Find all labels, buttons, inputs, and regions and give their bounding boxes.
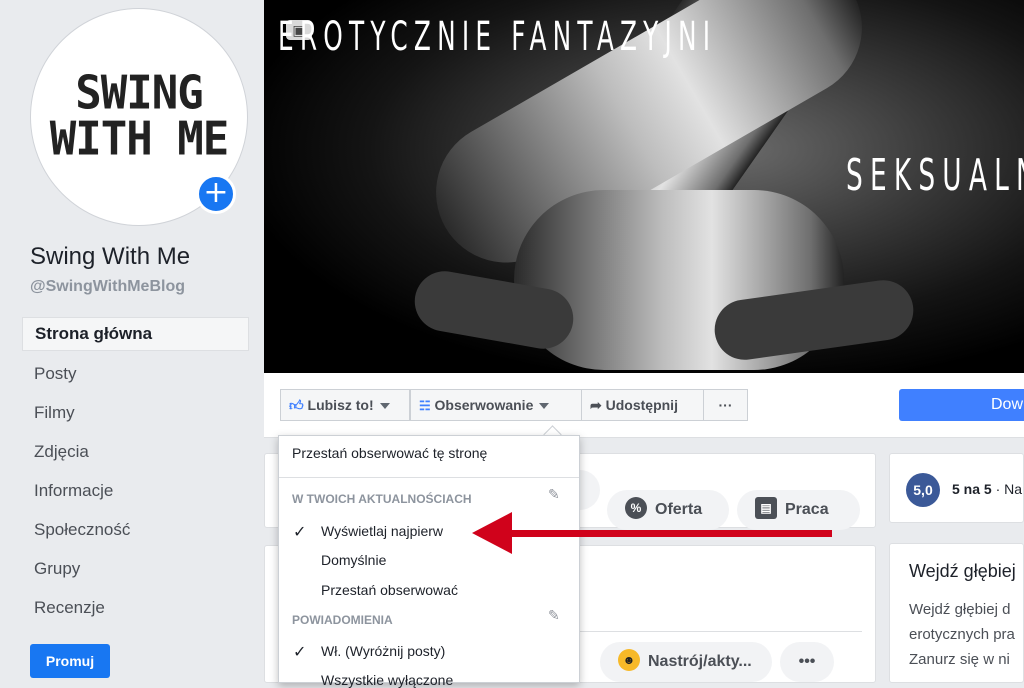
- menu-item-unfollow[interactable]: Przestań obserwować: [321, 582, 458, 598]
- logo-text-line1: SWING: [75, 66, 203, 121]
- share-button[interactable]: ➦ Udostępnij: [581, 389, 704, 421]
- offer-button[interactable]: % Oferta: [607, 490, 729, 530]
- menu-section-notifications: POWIADOMIENIA: [292, 613, 393, 627]
- checkmark-icon: ✓: [293, 524, 307, 541]
- menu-item-see-first[interactable]: Wyświetlaj najpierw: [321, 523, 443, 539]
- rating-text: 5 na 5 · Na: [952, 481, 1023, 497]
- pencil-icon[interactable]: ✎: [548, 607, 560, 624]
- thumbs-up-icon: 👍︎: [289, 397, 304, 413]
- menu-item-all-off[interactable]: Wszystkie wyłączone: [321, 672, 453, 688]
- promote-button[interactable]: Promuj: [30, 644, 110, 678]
- page-title: Swing With Me: [30, 243, 191, 270]
- more-options-button[interactable]: •••: [780, 642, 834, 682]
- cta-button[interactable]: Dow: [899, 389, 1024, 421]
- menu-item-unfollow-page[interactable]: Przestań obserwować tę stronę: [292, 445, 487, 461]
- chevron-down-icon: [539, 403, 550, 410]
- sidebar-item-videos[interactable]: Filmy: [22, 396, 249, 430]
- cover-text-title: EROTYCZNIE FANTAZYJNI: [278, 14, 717, 60]
- sidebar-item-about[interactable]: Informacje: [22, 474, 249, 508]
- checkmark-icon: ✓: [293, 644, 307, 661]
- more-button[interactable]: ···: [703, 389, 748, 421]
- percent-icon: %: [625, 497, 647, 520]
- feeling-activity-button[interactable]: ☻ Nastrój/akty...: [600, 642, 772, 682]
- sidebar-item-reviews[interactable]: Recenzje: [22, 591, 249, 625]
- sidebar-item-photos[interactable]: Zdjęcia: [22, 435, 249, 469]
- rss-icon: ☵: [419, 398, 431, 413]
- pencil-icon[interactable]: ✎: [548, 486, 560, 503]
- sidebar-item-community[interactable]: Społeczność: [22, 513, 249, 547]
- about-line: erotycznych pra: [909, 626, 1015, 643]
- about-line: Zanurz się w ni: [909, 651, 1010, 668]
- like-button[interactable]: 👍︎ Lubisz to!: [280, 389, 410, 421]
- divider: [580, 631, 862, 632]
- jobs-button[interactable]: ▤ Praca: [737, 490, 860, 530]
- follow-button[interactable]: ☵ Obserwowanie: [410, 389, 582, 421]
- menu-divider: [279, 477, 579, 478]
- menu-item-notifications-on[interactable]: Wł. (Wyróżnij posty): [321, 643, 445, 659]
- cover-text-subtitle: SEKSUALNI: [846, 150, 1024, 201]
- chevron-down-icon: [379, 403, 390, 410]
- sidebar-item-groups[interactable]: Grupy: [22, 552, 249, 586]
- sidebar-item-posts[interactable]: Posty: [22, 357, 249, 391]
- about-line: Wejdź głębiej d: [909, 601, 1011, 618]
- share-icon: ➦: [590, 397, 602, 413]
- add-photo-icon[interactable]: +: [196, 174, 236, 214]
- briefcase-icon: ▤: [755, 497, 777, 520]
- page-username[interactable]: @SwingWithMeBlog: [30, 278, 185, 296]
- about-title: Wejdź głębiej: [909, 561, 1016, 581]
- rating-badge: 5,0: [906, 473, 940, 507]
- menu-item-default[interactable]: Domyślnie: [321, 552, 386, 568]
- logo-text-line2: WITH ME: [49, 112, 229, 167]
- annotation-arrow-icon: [472, 512, 512, 554]
- menu-section-news-feed: W TWOICH AKTUALNOŚCIACH: [292, 492, 472, 506]
- smiley-icon: ☻: [618, 649, 640, 672]
- annotation-arrow-shaft: [505, 530, 832, 537]
- sidebar-item-home[interactable]: Strona główna: [22, 317, 249, 351]
